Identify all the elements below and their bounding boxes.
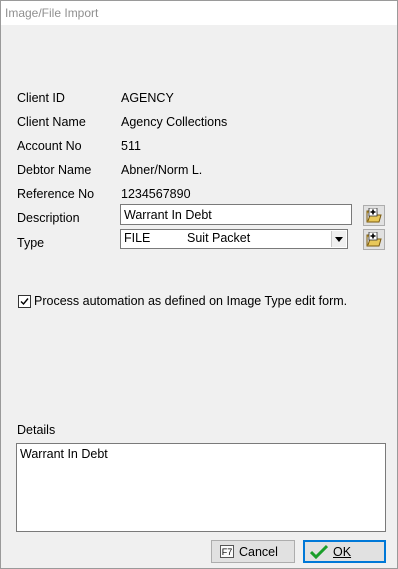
client-name-value: Agency Collections [121,115,228,129]
type-name: Suit Packet [187,231,251,245]
ok-button[interactable]: OK [303,540,386,563]
ok-label: OK [333,545,352,559]
type-label: Type [17,236,45,250]
type-select[interactable]: FILE Suit Packet [120,229,348,249]
type-code: FILE [124,231,151,245]
image-file-import-dialog: Image/File Import Client ID AGENCY Clien… [0,0,398,569]
window-title: Image/File Import [5,6,99,20]
client-id-value: AGENCY [121,91,174,105]
folder-add-icon [366,208,382,223]
cancel-button[interactable]: F7 Cancel [211,540,295,563]
account-no-label: Account No [17,139,82,153]
description-label: Description [17,211,80,225]
description-add-button[interactable] [363,205,385,226]
checkmark-icon [310,544,328,559]
account-no-value: 511 [121,139,141,153]
automation-checkbox[interactable] [18,295,31,308]
type-dropdown-button[interactable] [331,231,346,247]
automation-label[interactable]: Process automation as defined on Image T… [34,294,347,308]
folder-add-icon [366,232,382,247]
debtor-name-label: Debtor Name [17,163,92,177]
debtor-name-value: Abner/Norm L. [121,163,203,177]
type-add-button[interactable] [363,229,385,250]
chevron-down-icon [335,237,343,242]
details-label: Details [17,423,56,437]
title-bar: Image/File Import [1,1,397,25]
client-id-label: Client ID [17,91,65,105]
details-text: Warrant In Debt [20,447,108,461]
cancel-label: Cancel [239,545,278,559]
reference-no-label: Reference No [17,187,95,201]
description-input[interactable] [120,204,352,225]
f7-hotkey-badge: F7 [220,545,234,558]
client-name-label: Client Name [17,115,86,129]
reference-no-value: 1234567890 [121,187,191,201]
checkmark-icon [20,298,29,306]
details-textarea[interactable]: Warrant In Debt [16,443,386,532]
